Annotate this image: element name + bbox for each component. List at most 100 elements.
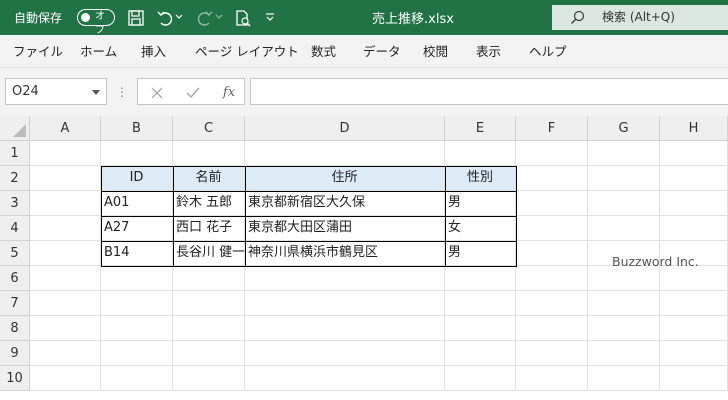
cell-b1[interactable] (101, 141, 173, 166)
cell-b6[interactable] (101, 266, 173, 291)
cell-d1[interactable] (245, 141, 445, 166)
name-box-dropdown-icon[interactable] (92, 90, 100, 95)
cell-b10[interactable] (101, 366, 173, 391)
cell-h1[interactable] (660, 141, 728, 166)
row-header-6[interactable]: 6 (0, 266, 30, 291)
column-header-b[interactable]: B (101, 116, 173, 141)
cell-h2[interactable] (660, 166, 728, 191)
cell-g10[interactable] (588, 366, 660, 391)
cell-f3[interactable] (516, 191, 588, 216)
cell-c8[interactable] (173, 316, 245, 341)
cell-b4[interactable]: A27 (101, 216, 173, 241)
cell-a2[interactable] (30, 166, 101, 191)
cell-a8[interactable] (30, 316, 101, 341)
select-all-button[interactable] (0, 116, 30, 141)
cell-g8[interactable] (588, 316, 660, 341)
row-header-7[interactable]: 7 (0, 291, 30, 316)
cell-f2[interactable] (516, 166, 588, 191)
tab-review[interactable]: 校閲 (423, 35, 448, 68)
cell-c2[interactable]: 名前 (173, 166, 245, 191)
cell-g3[interactable] (588, 191, 660, 216)
column-header-d[interactable]: D (245, 116, 445, 141)
cell-f8[interactable] (516, 316, 588, 341)
cell-h8[interactable] (660, 316, 728, 341)
cell-c5[interactable]: 長谷川 健一 (173, 241, 245, 266)
row-header-4[interactable]: 4 (0, 216, 30, 241)
enter-icon[interactable] (178, 79, 208, 106)
row-header-1[interactable]: 1 (0, 141, 30, 166)
cell-g9[interactable] (588, 341, 660, 366)
cell-h7[interactable] (660, 291, 728, 316)
cell-b7[interactable] (101, 291, 173, 316)
cell-b3[interactable]: A01 (101, 191, 173, 216)
row-header-9[interactable]: 9 (0, 341, 30, 366)
redo-icon[interactable] (196, 9, 214, 27)
tab-file[interactable]: ファイル (13, 35, 63, 68)
tab-page-layout[interactable]: ページ レイアウト (195, 35, 299, 68)
cell-a10[interactable] (30, 366, 101, 391)
column-header-f[interactable]: F (516, 116, 588, 141)
cell-c7[interactable] (173, 291, 245, 316)
column-header-h[interactable]: H (660, 116, 728, 141)
row-header-10[interactable]: 10 (0, 366, 30, 391)
redo-dropdown-icon[interactable] (215, 14, 223, 20)
cell-e5[interactable]: 男 (445, 241, 516, 266)
cell-d6[interactable] (245, 266, 445, 291)
row-header-2[interactable]: 2 (0, 166, 30, 191)
column-header-g[interactable]: G (588, 116, 660, 141)
tab-view[interactable]: 表示 (476, 35, 501, 68)
cell-c10[interactable] (173, 366, 245, 391)
formula-bar-grip[interactable]: ⋮ (116, 82, 128, 102)
row-header-3[interactable]: 3 (0, 191, 30, 216)
cell-f1[interactable] (516, 141, 588, 166)
cell-e8[interactable] (445, 316, 516, 341)
cell-a6[interactable] (30, 266, 101, 291)
cell-h6[interactable] (660, 266, 728, 291)
cancel-icon[interactable] (142, 79, 172, 106)
cell-e3[interactable]: 男 (445, 191, 516, 216)
undo-dropdown-icon[interactable] (175, 14, 183, 20)
insert-function-button[interactable]: fx (214, 79, 244, 106)
print-preview-icon[interactable] (234, 9, 252, 27)
cell-h4[interactable] (660, 216, 728, 241)
tab-insert[interactable]: 挿入 (141, 35, 166, 68)
cell-f7[interactable] (516, 291, 588, 316)
name-box[interactable]: O24 (5, 78, 107, 105)
cell-g7[interactable] (588, 291, 660, 316)
column-header-e[interactable]: E (445, 116, 516, 141)
undo-icon[interactable] (156, 9, 174, 27)
cell-f9[interactable] (516, 341, 588, 366)
formula-input[interactable] (250, 78, 728, 105)
row-header-5[interactable]: 5 (0, 241, 30, 266)
cell-d5[interactable]: 神奈川県横浜市鶴見区 (245, 241, 445, 266)
cell-g2[interactable] (588, 166, 660, 191)
cell-f10[interactable] (516, 366, 588, 391)
cell-b5[interactable]: B14 (101, 241, 173, 266)
save-icon[interactable] (127, 9, 145, 27)
cell-a4[interactable] (30, 216, 101, 241)
cell-e7[interactable] (445, 291, 516, 316)
cell-a9[interactable] (30, 341, 101, 366)
cell-c9[interactable] (173, 341, 245, 366)
cell-b8[interactable] (101, 316, 173, 341)
cell-d4[interactable]: 東京都大田区蒲田 (245, 216, 445, 241)
cell-e9[interactable] (445, 341, 516, 366)
cell-e4[interactable]: 女 (445, 216, 516, 241)
cell-c3[interactable]: 鈴木 五郎 (173, 191, 245, 216)
cell-b2[interactable]: ID (101, 166, 173, 191)
cell-g1[interactable] (588, 141, 660, 166)
tab-home[interactable]: ホーム (80, 35, 117, 68)
cell-d2[interactable]: 住所 (245, 166, 445, 191)
search-box[interactable]: 検索 (Alt+Q) (552, 5, 728, 30)
cell-g6[interactable] (588, 266, 660, 291)
cell-e2[interactable]: 性別 (445, 166, 516, 191)
cell-e10[interactable] (445, 366, 516, 391)
cell-d3[interactable]: 東京都新宿区大久保 (245, 191, 445, 216)
cell-g4[interactable] (588, 216, 660, 241)
tab-help[interactable]: ヘルプ (529, 35, 567, 68)
cell-b9[interactable] (101, 341, 173, 366)
cell-d9[interactable] (245, 341, 445, 366)
cell-c1[interactable] (173, 141, 245, 166)
cell-e1[interactable] (445, 141, 516, 166)
cell-a1[interactable] (30, 141, 101, 166)
